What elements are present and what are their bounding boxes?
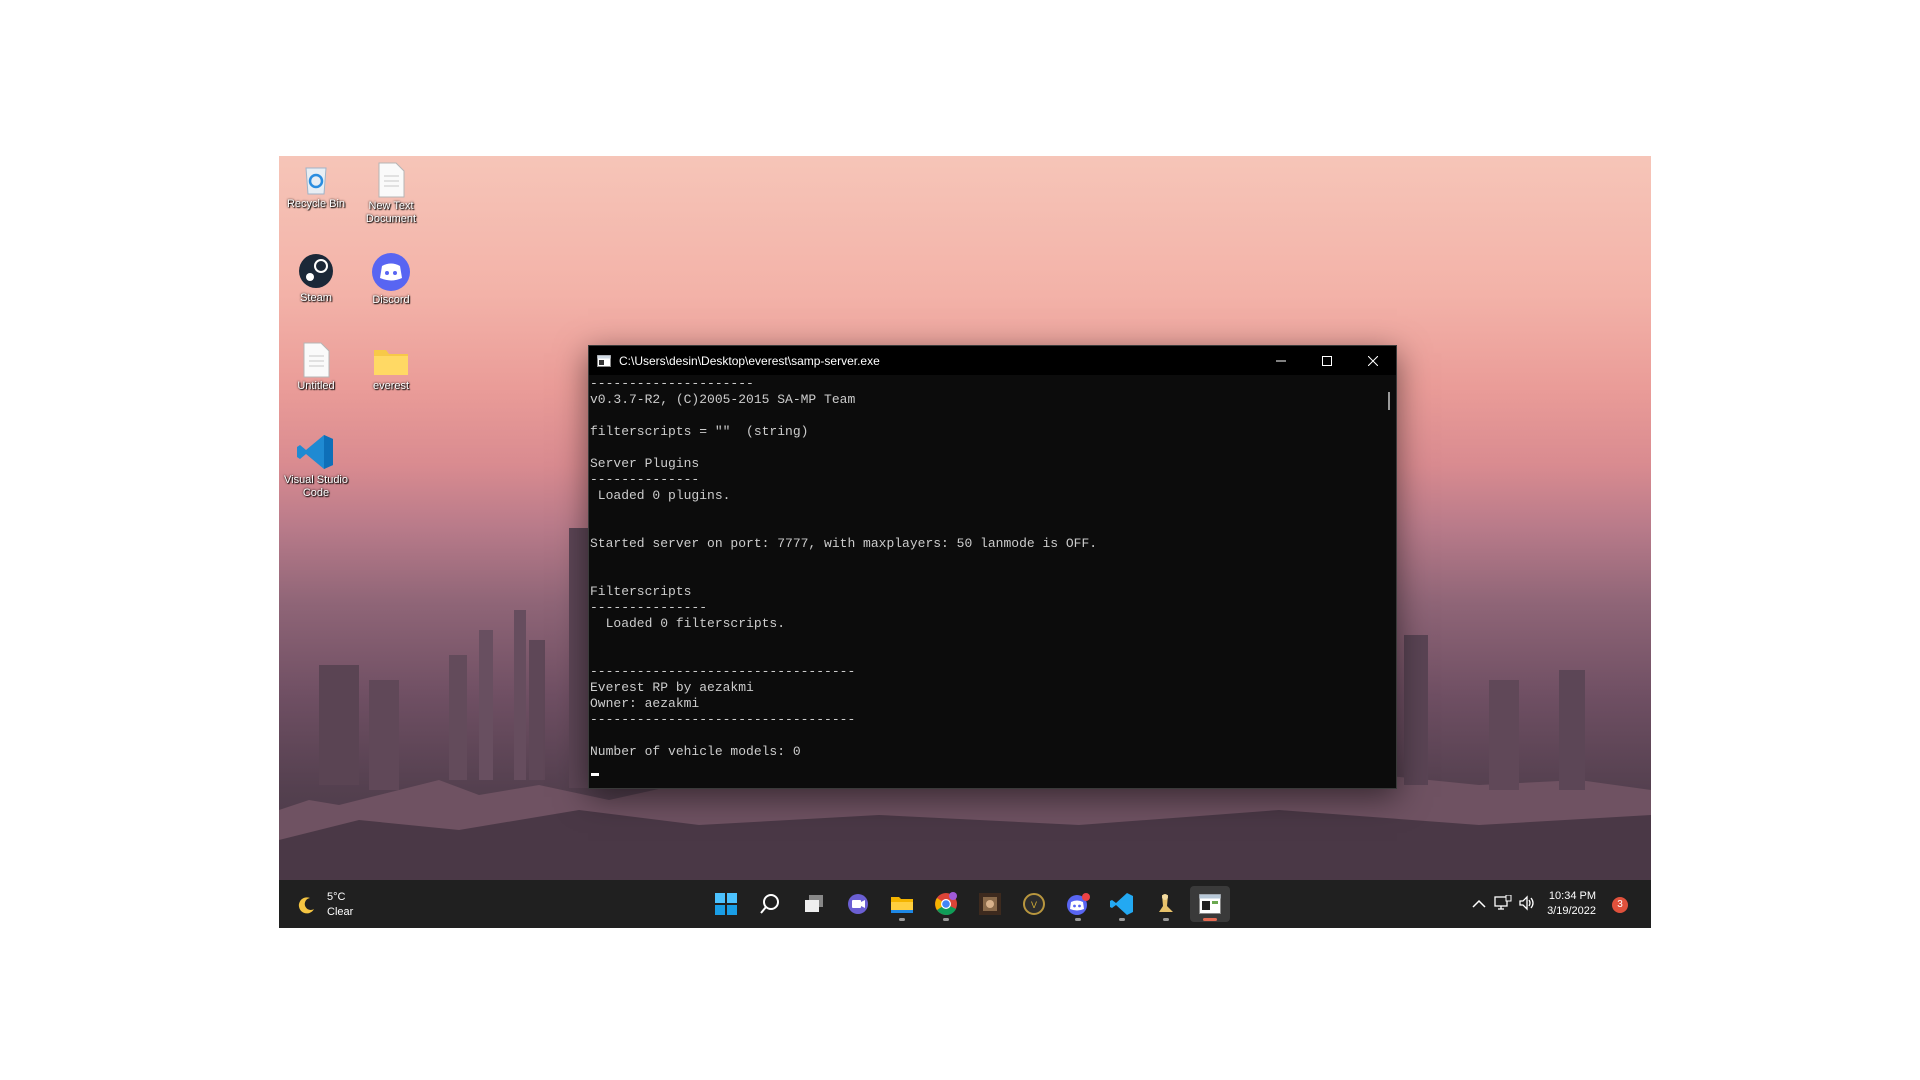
folder-icon xyxy=(374,350,408,375)
desktop-icon-discord[interactable]: Discord xyxy=(354,252,428,307)
desktop-icon-label: everest xyxy=(372,380,410,392)
running-indicator xyxy=(1203,918,1217,921)
text-document-icon xyxy=(378,162,405,198)
teams-chat-icon xyxy=(848,894,868,914)
weather-widget[interactable]: 5°C Clear xyxy=(297,890,353,920)
moon-icon xyxy=(298,897,314,914)
minimize-button[interactable] xyxy=(1258,346,1304,375)
running-indicator xyxy=(899,918,905,921)
console-line: filterscripts = "" (string) xyxy=(590,424,809,439)
gta-icon: V xyxy=(1023,893,1045,915)
network-icon[interactable] xyxy=(1494,895,1512,911)
game-icon xyxy=(979,893,1001,915)
desktop-icon-label: Visual Studio Code xyxy=(283,474,348,499)
desktop-icon-everest-folder[interactable]: everest xyxy=(354,342,428,393)
console-output[interactable]: --------------------- v0.3.7-R2, (C)2005… xyxy=(589,376,1382,788)
terminal-icon xyxy=(1199,894,1221,914)
console-line: Number of vehicle models: 0 xyxy=(590,744,801,759)
console-line: ---------------------------------- xyxy=(590,664,856,679)
minimize-icon xyxy=(1276,360,1286,361)
chrome-icon xyxy=(935,892,957,915)
running-indicator xyxy=(1075,918,1081,921)
clock-date: 3/19/2022 xyxy=(1547,905,1596,917)
system-clock[interactable]: 10:34 PM 3/19/2022 xyxy=(1547,889,1596,919)
console-line: --------------------- xyxy=(590,376,754,391)
maximize-icon xyxy=(1322,355,1332,366)
console-line: -------------- xyxy=(590,472,700,487)
start-icon xyxy=(715,893,737,915)
volume-icon[interactable] xyxy=(1518,895,1536,911)
recycle-bin-icon xyxy=(305,167,327,195)
svg-text:V: V xyxy=(1031,900,1037,910)
running-indicator xyxy=(943,918,949,921)
vscode-icon xyxy=(297,435,333,469)
discord-icon xyxy=(372,253,410,291)
console-line: Started server on port: 7777, with maxpl… xyxy=(590,536,1098,551)
tool-app-button[interactable] xyxy=(1146,886,1186,922)
chrome-button[interactable] xyxy=(926,886,966,922)
console-line: Loaded 0 filterscripts. xyxy=(590,616,786,631)
taskbar: 5°C Clear V 10:34 PM 3/19/2022 3 xyxy=(279,880,1651,928)
running-indicator xyxy=(1119,918,1125,921)
task-view-button[interactable] xyxy=(794,886,834,922)
tool-icon xyxy=(1159,894,1173,912)
discord-icon xyxy=(1067,893,1090,915)
console-line: v0.3.7-R2, (C)2005-2015 SA-MP Team xyxy=(590,392,856,407)
desktop-screen: Recycle Bin New Text Document Steam Disc… xyxy=(279,156,1651,928)
desktop-icon-vscode[interactable]: Visual Studio Code xyxy=(279,432,353,500)
text-document-icon xyxy=(303,342,330,378)
search-icon xyxy=(760,894,779,914)
desktop-icon-untitled[interactable]: Untitled xyxy=(279,342,353,393)
desktop-icon-label: Discord xyxy=(372,294,410,306)
desktop-icon-label: Untitled xyxy=(297,380,335,392)
steam-icon xyxy=(299,254,333,288)
console-line: Filterscripts xyxy=(590,584,692,599)
gta-app-button[interactable]: V xyxy=(1014,886,1054,922)
notification-badge[interactable]: 3 xyxy=(1612,897,1628,913)
console-line: Loaded 0 plugins. xyxy=(590,488,731,503)
text-cursor xyxy=(591,773,599,776)
close-button[interactable] xyxy=(1350,346,1396,375)
console-line: Owner: aezakmi xyxy=(590,696,700,711)
weather-condition: Clear xyxy=(327,906,354,918)
console-line: ---------------------------------- xyxy=(590,712,856,727)
close-icon xyxy=(1368,355,1378,366)
desktop-icon-steam[interactable]: Steam xyxy=(279,252,353,305)
desktop-icon-new-text-document[interactable]: New Text Document xyxy=(354,162,428,226)
console-line: Everest RP by aezakmi xyxy=(590,680,754,695)
console-line: Server Plugins xyxy=(590,456,700,471)
desktop-icon-label: New Text Document xyxy=(365,200,417,225)
desktop-icon-recycle-bin[interactable]: Recycle Bin xyxy=(279,162,353,211)
teams-chat-button[interactable] xyxy=(838,886,878,922)
console-app-icon xyxy=(597,354,611,367)
console-window[interactable]: C:\Users\desin\Desktop\everest\samp-serv… xyxy=(588,345,1397,789)
game-app-button[interactable] xyxy=(970,886,1010,922)
start-button[interactable] xyxy=(706,886,746,922)
desktop-icon-label: Recycle Bin xyxy=(286,198,346,210)
search-button[interactable] xyxy=(750,886,790,922)
clock-time: 10:34 PM xyxy=(1548,890,1596,902)
console-scrollbar[interactable] xyxy=(1382,376,1396,788)
console-line: --------------- xyxy=(590,600,708,615)
maximize-button[interactable] xyxy=(1304,346,1350,375)
terminal-taskbar-button[interactable] xyxy=(1190,886,1230,922)
desktop-icon-label: Steam xyxy=(300,292,332,304)
chevron-up-icon[interactable] xyxy=(1472,898,1486,910)
weather-temp: 5°C xyxy=(327,891,346,903)
file-explorer-icon xyxy=(891,897,913,913)
task-view-icon xyxy=(805,895,823,912)
vscode-icon xyxy=(1110,893,1133,915)
console-text: --------------------- v0.3.7-R2, (C)2005… xyxy=(590,376,1382,776)
console-title: C:\Users\desin\Desktop\everest\samp-serv… xyxy=(619,353,880,368)
discord-taskbar-button[interactable] xyxy=(1058,886,1098,922)
vscode-taskbar-button[interactable] xyxy=(1102,886,1142,922)
running-indicator xyxy=(1163,918,1169,921)
file-explorer-button[interactable] xyxy=(882,886,922,922)
console-titlebar[interactable]: C:\Users\desin\Desktop\everest\samp-serv… xyxy=(589,346,1396,375)
scrollbar-thumb[interactable] xyxy=(1388,392,1390,410)
